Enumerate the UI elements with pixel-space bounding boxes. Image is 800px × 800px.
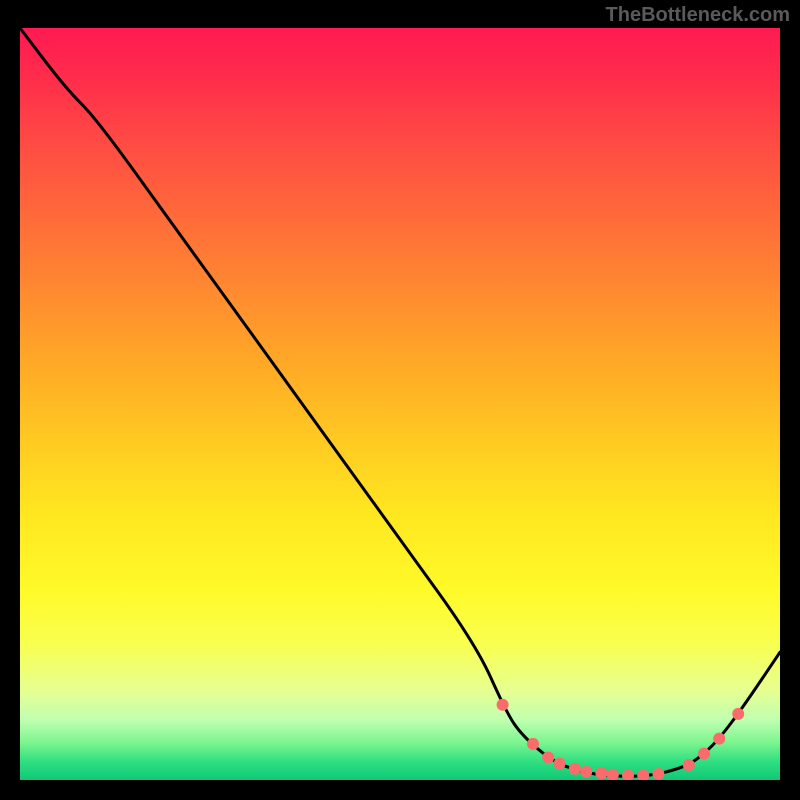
- marker-dot: [569, 763, 581, 775]
- chart-svg: [20, 28, 780, 780]
- gradient-background: [20, 28, 780, 780]
- marker-dot: [580, 766, 592, 778]
- marker-dot: [698, 748, 710, 760]
- chart-container: TheBottleneck.com: [0, 0, 800, 800]
- marker-dot: [732, 708, 744, 720]
- marker-dot: [554, 757, 566, 769]
- marker-dot: [542, 751, 554, 763]
- marker-dot: [595, 767, 607, 779]
- watermark-text: TheBottleneck.com: [606, 4, 790, 27]
- marker-dot: [497, 699, 509, 711]
- marker-dot: [683, 759, 695, 771]
- marker-dot: [652, 768, 664, 780]
- marker-dot: [527, 738, 539, 750]
- marker-dot: [713, 733, 725, 745]
- plot-area: [20, 28, 780, 780]
